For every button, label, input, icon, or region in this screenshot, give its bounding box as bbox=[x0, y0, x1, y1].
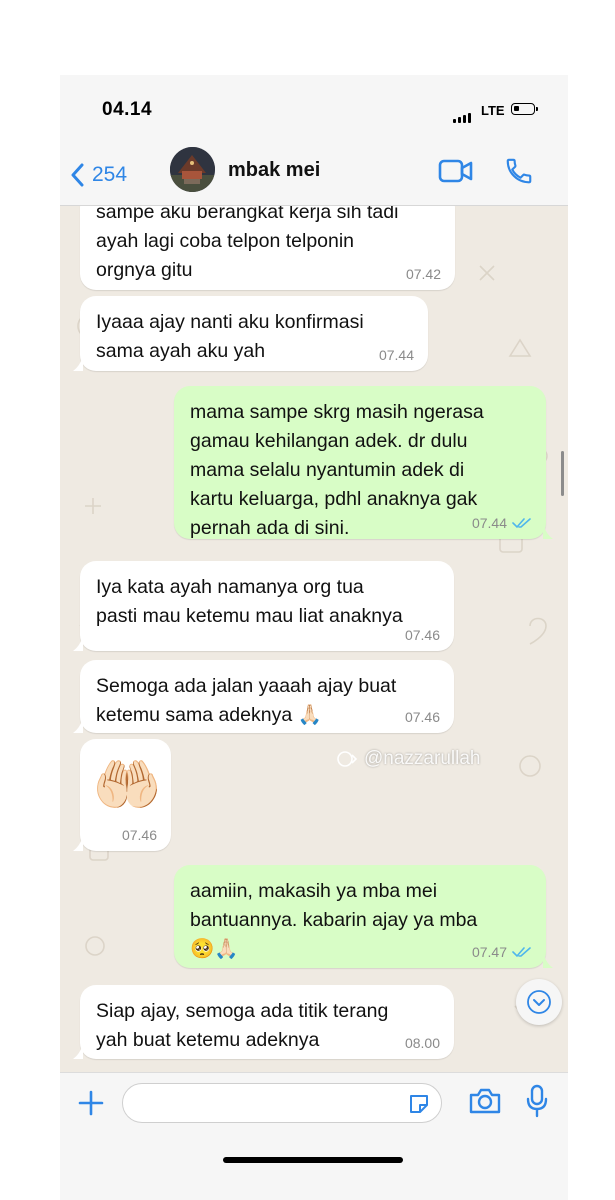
message-text: Iya kata ayah namanya org tua pasti mau … bbox=[96, 576, 403, 627]
voice-call-button[interactable] bbox=[504, 156, 534, 191]
battery-icon bbox=[511, 103, 538, 115]
scrollbar[interactable] bbox=[561, 451, 564, 496]
phone-icon bbox=[506, 158, 532, 184]
message-incoming[interactable]: Siap ajay, semoga ada titik terang yah b… bbox=[73, 985, 454, 1059]
scroll-to-bottom-button[interactable] bbox=[516, 979, 562, 1025]
message-time: 07.44 bbox=[471, 515, 507, 531]
video-call-button[interactable] bbox=[438, 158, 474, 189]
chat-area[interactable]: sampe aku berangkat kerja sih tadi ayah … bbox=[60, 206, 568, 1072]
home-indicator bbox=[223, 1157, 403, 1163]
message-time: 07.46 bbox=[121, 827, 157, 843]
avatar[interactable] bbox=[170, 147, 215, 192]
emoji-message: 🤲🏻 bbox=[92, 753, 162, 816]
message-time: 07.46 bbox=[404, 709, 440, 725]
camera-button[interactable] bbox=[468, 1087, 502, 1120]
message-incoming[interactable]: sampe aku berangkat kerja sih tadi ayah … bbox=[80, 206, 455, 290]
chevron-down-icon bbox=[527, 990, 551, 1014]
voice-message-button[interactable] bbox=[525, 1084, 549, 1123]
message-incoming[interactable]: Iyaaa ajay nanti aku konfirmasi sama aya… bbox=[73, 296, 428, 371]
message-incoming[interactable]: Semoga ada jalan yaaah ajay buat ketemu … bbox=[73, 660, 454, 733]
mic-icon bbox=[526, 1084, 548, 1118]
message-text: Iyaaa ajay nanti aku konfirmasi sama aya… bbox=[96, 311, 364, 362]
contact-name[interactable]: mbak mei bbox=[228, 159, 320, 182]
status-time: 04.14 bbox=[102, 99, 153, 120]
watermark-text: @nazzarullah bbox=[364, 748, 481, 769]
message-time: 07.42 bbox=[405, 266, 441, 282]
plus-icon bbox=[78, 1090, 104, 1116]
message-text: Semoga ada jalan yaaah ajay buat ketemu … bbox=[96, 675, 397, 726]
back-button[interactable]: 254 bbox=[70, 155, 127, 195]
message-time: 07.46 bbox=[404, 627, 440, 643]
camera-icon bbox=[469, 1088, 501, 1114]
watermark-logo-icon bbox=[337, 751, 358, 767]
status-bar: 04.14 LTE bbox=[60, 75, 568, 145]
network-label: LTE bbox=[481, 103, 505, 118]
sticker-icon bbox=[410, 1095, 428, 1113]
watermark: @nazzarullah bbox=[336, 748, 480, 770]
message-time: 07.44 bbox=[378, 347, 414, 363]
phone-screen: 04.14 LTE 254 mbak mei sampe aku berangk… bbox=[60, 75, 568, 1200]
chat-header: 254 mbak mei bbox=[60, 145, 568, 206]
unread-count: 254 bbox=[92, 163, 128, 186]
double-check-icon bbox=[512, 518, 531, 529]
video-call-icon bbox=[438, 159, 473, 183]
message-time: 07.47 bbox=[471, 944, 507, 960]
attach-button[interactable] bbox=[77, 1089, 105, 1122]
double-check-icon bbox=[512, 947, 531, 958]
message-outgoing[interactable]: mama sampe skrg masih ngerasa gamau kehi… bbox=[174, 386, 553, 539]
message-input[interactable] bbox=[122, 1083, 442, 1123]
message-outgoing[interactable]: aamiin, makasih ya mba mei bantuannya. k… bbox=[174, 865, 553, 968]
message-incoming[interactable]: Iya kata ayah namanya org tua pasti mau … bbox=[73, 561, 454, 651]
message-time: 08.00 bbox=[404, 1035, 440, 1051]
composer-bar bbox=[60, 1072, 568, 1200]
signal-icon bbox=[453, 105, 473, 123]
sticker-button[interactable] bbox=[407, 1092, 431, 1121]
chevron-left-icon bbox=[71, 163, 84, 187]
message-text: sampe aku berangkat kerja sih tadi ayah … bbox=[96, 206, 399, 281]
message-incoming-emoji[interactable]: 🤲🏻 07.46 bbox=[73, 739, 171, 851]
message-text: Siap ajay, semoga ada titik terang yah b… bbox=[96, 1000, 389, 1051]
